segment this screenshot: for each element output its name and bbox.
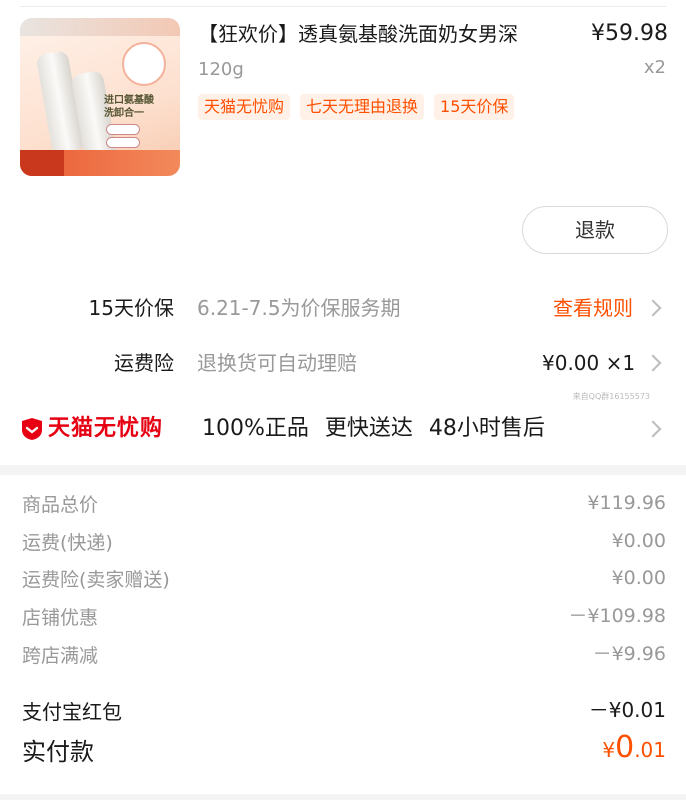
summary-value: －¥109.98 (568, 605, 666, 627)
price-protect-label: 15天价保 (88, 296, 174, 320)
summary-value: ¥0.00 (611, 530, 666, 552)
shipping-insurance-value: ¥0.00 ×1 (542, 351, 636, 375)
view-rules-link[interactable]: 查看规则 (553, 294, 633, 322)
product-price: ¥59.98 (591, 21, 668, 46)
image-price-box (20, 150, 64, 176)
chevron-right-icon[interactable] (644, 354, 662, 372)
summary-value: ¥119.96 (587, 492, 666, 514)
alipay-redpacket-label: 支付宝红包 (22, 700, 122, 724)
tmall-brand-text: 天猫无忧购 (48, 416, 164, 441)
tmall-point: 100%正品 (202, 416, 309, 441)
product-seal-icon (122, 42, 166, 86)
summary-value: －¥9.96 (592, 643, 666, 665)
total-paid-label: 实付款 (22, 738, 94, 766)
summary-value: ¥0.00 (611, 567, 666, 589)
service-tag: 15天价保 (434, 94, 515, 120)
service-tag: 七天无理由退换 (300, 94, 425, 120)
alipay-redpacket-value: －¥0.01 (588, 698, 666, 722)
service-tags: 天猫无忧购 七天无理由退换 15天价保 (198, 94, 515, 120)
summary-label: 店铺优惠 (22, 607, 99, 629)
bottom-bar (0, 794, 686, 800)
service-tag: 天猫无忧购 (198, 94, 291, 120)
image-chip (106, 137, 140, 148)
price-protect-desc: 6.21-7.5为价保服务期 (197, 296, 401, 320)
total-currency: ¥ (602, 738, 616, 762)
product-quantity: x2 (643, 57, 666, 78)
tmall-points[interactable]: 100%正品 更快送达 48小时售后 (202, 414, 545, 444)
image-chip (106, 124, 140, 135)
product-title[interactable]: 【狂欢价】透真氨基酸洗面奶女男深 (198, 20, 570, 48)
summary-label: 跨店满减 (22, 645, 99, 667)
shipping-insurance-desc: 退换货可自动理赔 (197, 351, 357, 375)
refund-button[interactable]: 退款 (522, 206, 668, 254)
tmall-shield-icon (22, 418, 42, 440)
total-decimal: .01 (634, 738, 666, 762)
image-banner (20, 18, 180, 36)
product-image[interactable]: 进口氨基酸洗卸合一 (20, 18, 180, 176)
tmall-point: 48小时售后 (428, 416, 545, 441)
chevron-right-icon[interactable] (644, 420, 662, 438)
product-spec: 120g (198, 59, 244, 80)
section-divider (0, 465, 686, 475)
tmall-logo: 天猫无忧购 (20, 414, 163, 444)
watermark-note: 来自QQ群16155573 (572, 392, 650, 401)
chevron-right-icon[interactable] (644, 299, 662, 317)
summary-label: 运费(快递) (22, 532, 113, 554)
image-promo-strip (20, 150, 180, 176)
shipping-insurance-label: 运费险 (114, 351, 174, 375)
summary-label: 商品总价 (22, 494, 99, 516)
tmall-point: 更快送达 (324, 416, 413, 441)
summary-label: 运费险(卖家赠送) (22, 569, 170, 591)
total-integer: 0 (615, 730, 635, 765)
image-caption: 进口氨基酸洗卸合一 (104, 95, 154, 119)
total-paid-value: ¥0.01 (602, 730, 666, 765)
top-divider (20, 6, 666, 7)
